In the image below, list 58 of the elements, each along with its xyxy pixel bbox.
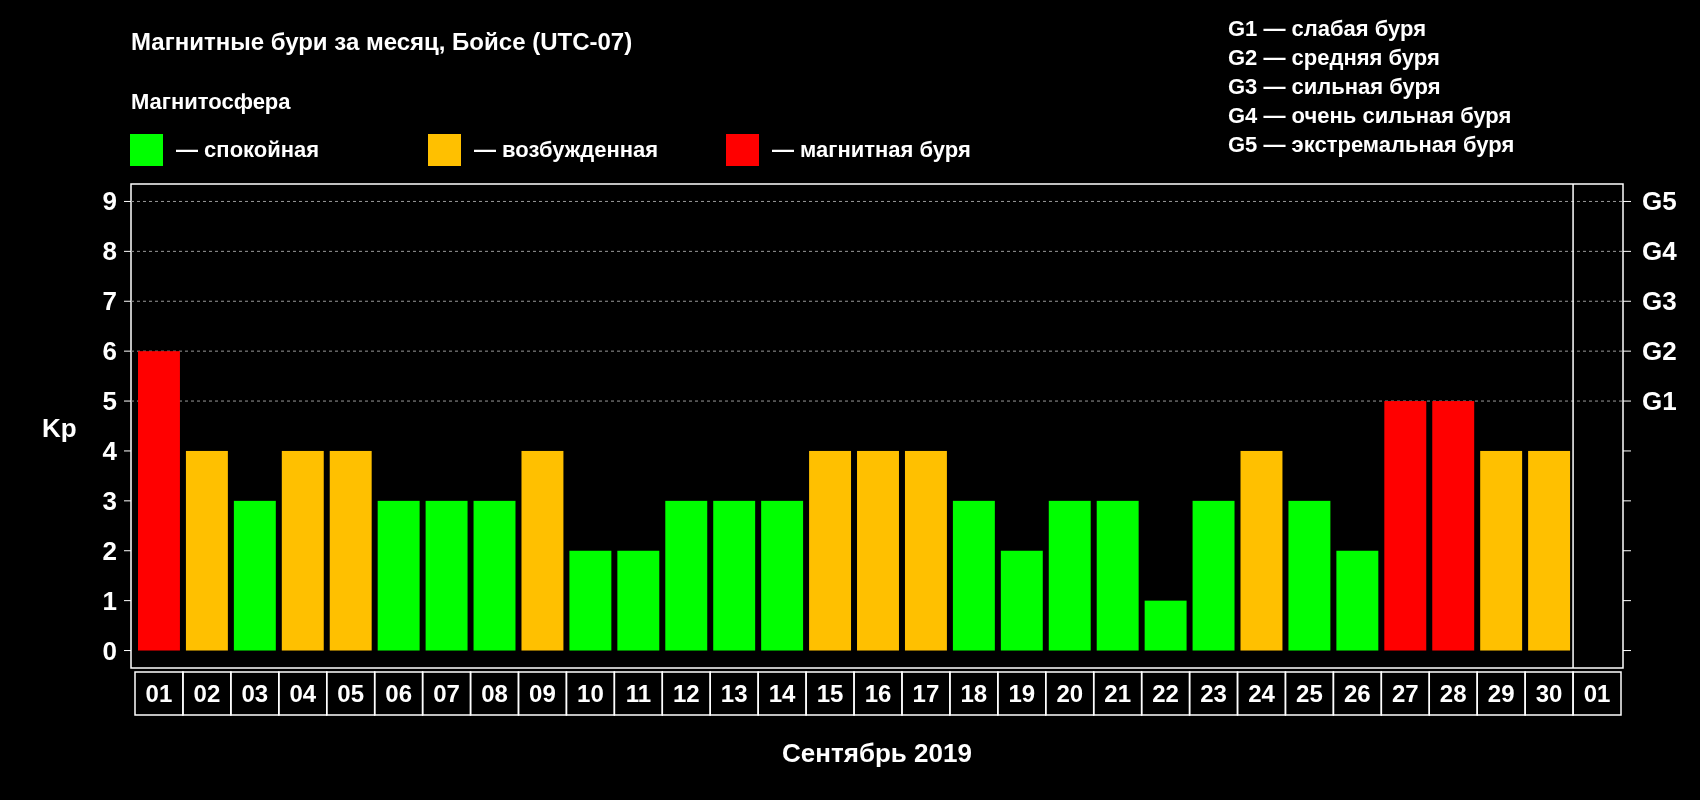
storm-level-label: G4: [1642, 236, 1677, 267]
x-tick-label: 11: [625, 680, 651, 707]
y-tick-label: 3: [102, 485, 117, 516]
storm-scale-item: G2 — средняя буря: [1228, 45, 1440, 70]
x-tick-label: 19: [1008, 680, 1036, 707]
storm-scale-item: G5 — экстремальная буря: [1228, 132, 1515, 157]
y-tick-label: 0: [102, 635, 117, 666]
storm-level-label: G1: [1642, 386, 1677, 417]
legend-title: Магнитосфера: [131, 89, 291, 114]
x-tick-label: 02: [193, 680, 221, 707]
x-tick-label: 20: [1056, 680, 1084, 707]
chart-title: Магнитные бури за месяц, Бойсе (UTC-07): [131, 28, 633, 55]
x-tick-label: 22: [1152, 680, 1179, 707]
x-tick-label: 04: [289, 680, 317, 707]
x-tick-label: 14: [768, 680, 796, 707]
x-tick-label: 12: [672, 680, 700, 707]
x-tick-label: 09: [529, 680, 556, 707]
legend-label: — спокойная: [176, 137, 320, 162]
y-tick-label: 5: [102, 386, 117, 417]
x-tick-label: 28: [1439, 680, 1467, 707]
x-tick-label: 15: [816, 680, 844, 707]
x-tick-label: 21: [1104, 680, 1132, 707]
y-axis-title: Kp: [42, 413, 77, 443]
y-tick-label: 9: [102, 186, 117, 217]
x-axis-title: Сентябрь 2019: [782, 738, 972, 768]
x-tick-label: 07: [433, 680, 460, 707]
x-tick-label: 06: [385, 680, 412, 707]
storm-level-label: G2: [1642, 336, 1677, 367]
y-tick-label: 7: [102, 286, 117, 317]
legend-label: — возбужденная: [474, 137, 659, 162]
x-tick-label: 01: [145, 680, 173, 707]
storm-scale-item: G1 — слабая буря: [1228, 16, 1427, 41]
x-tick-label: 29: [1487, 680, 1515, 707]
y-tick-label: 4: [102, 435, 117, 466]
y-tick-label: 6: [102, 336, 117, 367]
x-tick-label: 01: [1583, 680, 1611, 707]
x-tick-label: 05: [337, 680, 365, 707]
x-tick-label: 13: [720, 680, 748, 707]
x-tick-label: 16: [864, 680, 892, 707]
x-tick-label: 23: [1200, 680, 1227, 707]
x-tick-label: 25: [1296, 680, 1323, 707]
legend-label: — магнитная буря: [772, 137, 971, 162]
storm-scale-item: G3 — сильная буря: [1228, 74, 1441, 99]
x-tick-label: 08: [481, 680, 508, 707]
y-tick-label: 8: [102, 236, 117, 267]
storm-level-label: G5: [1642, 186, 1677, 217]
y-tick-label: 2: [102, 535, 117, 566]
x-tick-label: 18: [960, 680, 988, 707]
x-tick-label: 27: [1391, 680, 1419, 707]
x-tick-label: 26: [1344, 680, 1371, 707]
x-tick-label: 17: [912, 680, 940, 707]
x-tick-label: 10: [577, 680, 604, 707]
x-tick-label: 30: [1535, 680, 1563, 707]
x-tick-label: 03: [241, 680, 269, 707]
storm-level-label: G3: [1642, 286, 1677, 317]
storm-scale-item: G4 — очень сильная буря: [1228, 103, 1512, 128]
y-tick-label: 1: [102, 585, 117, 616]
x-tick-label: 24: [1248, 680, 1275, 707]
